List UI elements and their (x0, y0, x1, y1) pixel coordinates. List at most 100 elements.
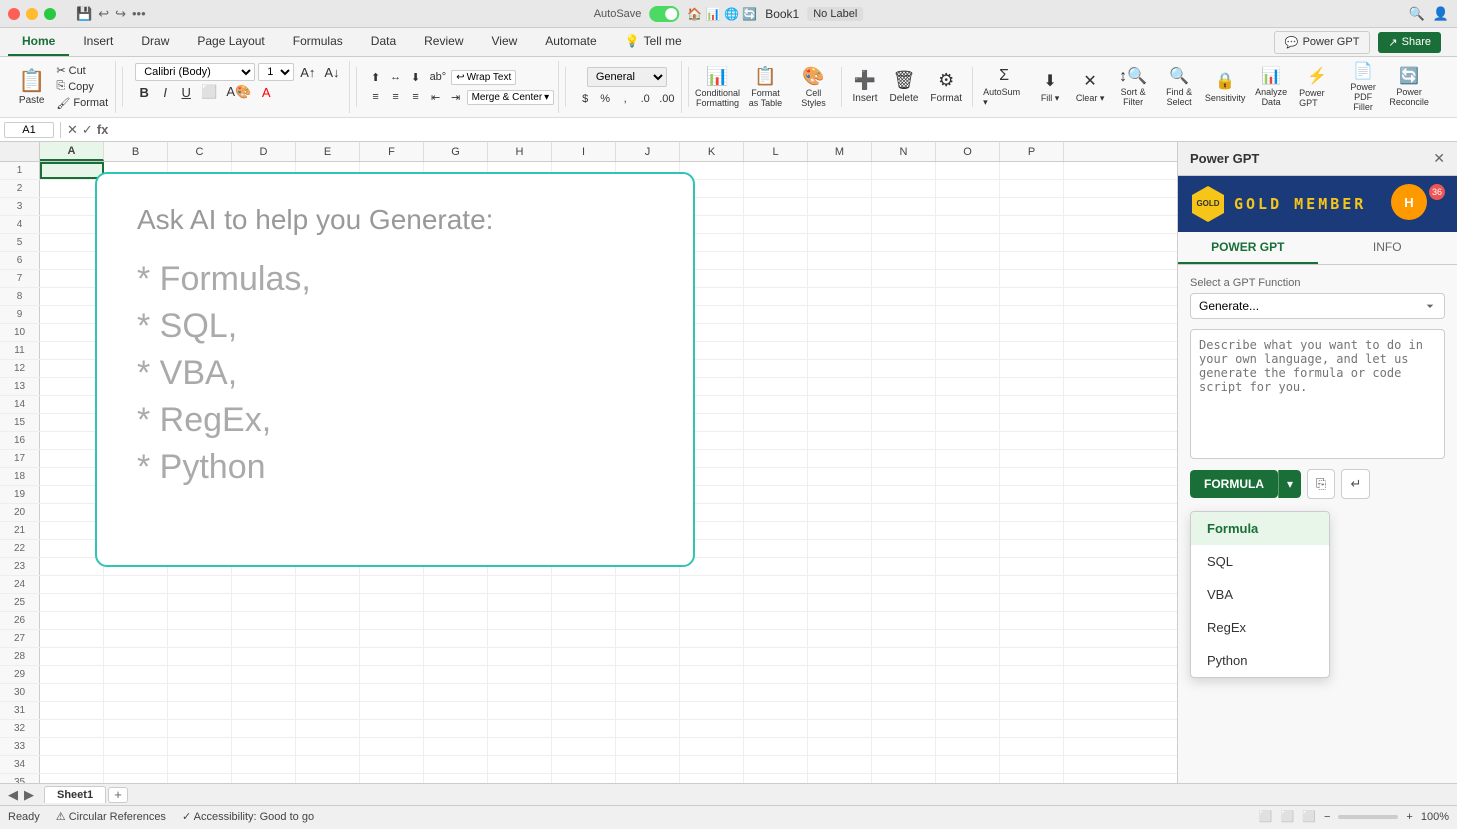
cell-I34[interactable] (552, 756, 616, 773)
font-family-selector[interactable]: Calibri (Body) (135, 63, 255, 81)
cell-M19[interactable] (808, 486, 872, 503)
cell-M30[interactable] (808, 684, 872, 701)
cell-L16[interactable] (744, 432, 808, 449)
cell-E34[interactable] (296, 756, 360, 773)
cell-F25[interactable] (360, 594, 424, 611)
col-header-o[interactable]: O (936, 142, 1000, 161)
comments-btn[interactable]: 💬 Power GPT (1274, 31, 1371, 54)
formula-dropdown-btn[interactable]: ▾ (1278, 470, 1301, 498)
cell-L14[interactable] (744, 396, 808, 413)
cell-P17[interactable] (1000, 450, 1064, 467)
cell-M16[interactable] (808, 432, 872, 449)
cell-L19[interactable] (744, 486, 808, 503)
cell-L28[interactable] (744, 648, 808, 665)
cell-O22[interactable] (936, 540, 1000, 557)
cell-K33[interactable] (680, 738, 744, 755)
cell-E25[interactable] (296, 594, 360, 611)
row-header-34[interactable]: 34 (0, 756, 40, 773)
align-middle-btn[interactable]: ↔ (387, 68, 405, 86)
cell-L22[interactable] (744, 540, 808, 557)
tab-info[interactable]: INFO (1318, 232, 1457, 264)
tab-review[interactable]: Review (410, 28, 477, 56)
cell-L20[interactable] (744, 504, 808, 521)
cell-N28[interactable] (872, 648, 936, 665)
dropdown-item-regex[interactable]: RegEx (1191, 611, 1329, 644)
cell-P1[interactable] (1000, 162, 1064, 179)
border-btn[interactable]: ⬜ (198, 83, 220, 101)
cell-P10[interactable] (1000, 324, 1064, 341)
cell-M13[interactable] (808, 378, 872, 395)
cell-J31[interactable] (616, 702, 680, 719)
cell-F27[interactable] (360, 630, 424, 647)
row-header-30[interactable]: 30 (0, 684, 40, 701)
cell-L15[interactable] (744, 414, 808, 431)
analyze-data-btn[interactable]: 📊 Analyze Data (1249, 68, 1293, 106)
cell-M2[interactable] (808, 180, 872, 197)
cell-A34[interactable] (40, 756, 104, 773)
cell-E33[interactable] (296, 738, 360, 755)
cell-M32[interactable] (808, 720, 872, 737)
cell-D29[interactable] (232, 666, 296, 683)
cell-M29[interactable] (808, 666, 872, 683)
cut-button[interactable]: ✂ Cut (53, 63, 111, 78)
tab-home[interactable]: Home (8, 28, 69, 56)
tab-draw[interactable]: Draw (127, 28, 183, 56)
cell-P21[interactable] (1000, 522, 1064, 539)
copy-result-btn[interactable]: ⎘ (1307, 469, 1335, 499)
minimize-window-btn[interactable] (26, 8, 38, 20)
cell-C24[interactable] (168, 576, 232, 593)
cell-H31[interactable] (488, 702, 552, 719)
cell-O6[interactable] (936, 252, 1000, 269)
cell-P5[interactable] (1000, 234, 1064, 251)
cell-P19[interactable] (1000, 486, 1064, 503)
cell-A25[interactable] (40, 594, 104, 611)
cell-N20[interactable] (872, 504, 936, 521)
maximize-window-btn[interactable] (44, 8, 56, 20)
font-size-selector[interactable]: 12 (258, 63, 294, 81)
cell-J34[interactable] (616, 756, 680, 773)
row-header-6[interactable]: 6 (0, 252, 40, 269)
cell-O17[interactable] (936, 450, 1000, 467)
cell-K28[interactable] (680, 648, 744, 665)
cell-M28[interactable] (808, 648, 872, 665)
row-header-35[interactable]: 35 (0, 774, 40, 783)
cell-N16[interactable] (872, 432, 936, 449)
cell-I35[interactable] (552, 774, 616, 783)
cell-N34[interactable] (872, 756, 936, 773)
cell-F30[interactable] (360, 684, 424, 701)
cell-G30[interactable] (424, 684, 488, 701)
panel-close-btn[interactable]: ✕ (1433, 150, 1445, 167)
cell-K34[interactable] (680, 756, 744, 773)
sensitivity-btn[interactable]: 🔒 Sensitivity (1203, 68, 1247, 106)
cell-B30[interactable] (104, 684, 168, 701)
conditional-formatting-btn[interactable]: 📊 Conditional Formatting (695, 68, 739, 106)
cell-O5[interactable] (936, 234, 1000, 251)
cell-I29[interactable] (552, 666, 616, 683)
cell-P22[interactable] (1000, 540, 1064, 557)
cell-B33[interactable] (104, 738, 168, 755)
cell-P30[interactable] (1000, 684, 1064, 701)
cell-L5[interactable] (744, 234, 808, 251)
cell-O20[interactable] (936, 504, 1000, 521)
cell-J33[interactable] (616, 738, 680, 755)
cell-B27[interactable] (104, 630, 168, 647)
cell-O23[interactable] (936, 558, 1000, 575)
cell-N9[interactable] (872, 306, 936, 323)
row-header-32[interactable]: 32 (0, 720, 40, 737)
row-header-10[interactable]: 10 (0, 324, 40, 341)
cell-I30[interactable] (552, 684, 616, 701)
align-right-btn[interactable]: ≡ (407, 88, 425, 106)
row-header-1[interactable]: 1 (0, 162, 40, 179)
row-header-14[interactable]: 14 (0, 396, 40, 413)
cell-P6[interactable] (1000, 252, 1064, 269)
cell-H33[interactable] (488, 738, 552, 755)
save-icon[interactable]: 💾 (76, 6, 92, 22)
cell-E30[interactable] (296, 684, 360, 701)
cell-A29[interactable] (40, 666, 104, 683)
increase-indent-btn[interactable]: ⇥ (447, 88, 465, 106)
cell-O29[interactable] (936, 666, 1000, 683)
cell-D30[interactable] (232, 684, 296, 701)
cell-H30[interactable] (488, 684, 552, 701)
cell-C29[interactable] (168, 666, 232, 683)
orientation-btn[interactable]: ab° (427, 68, 450, 86)
